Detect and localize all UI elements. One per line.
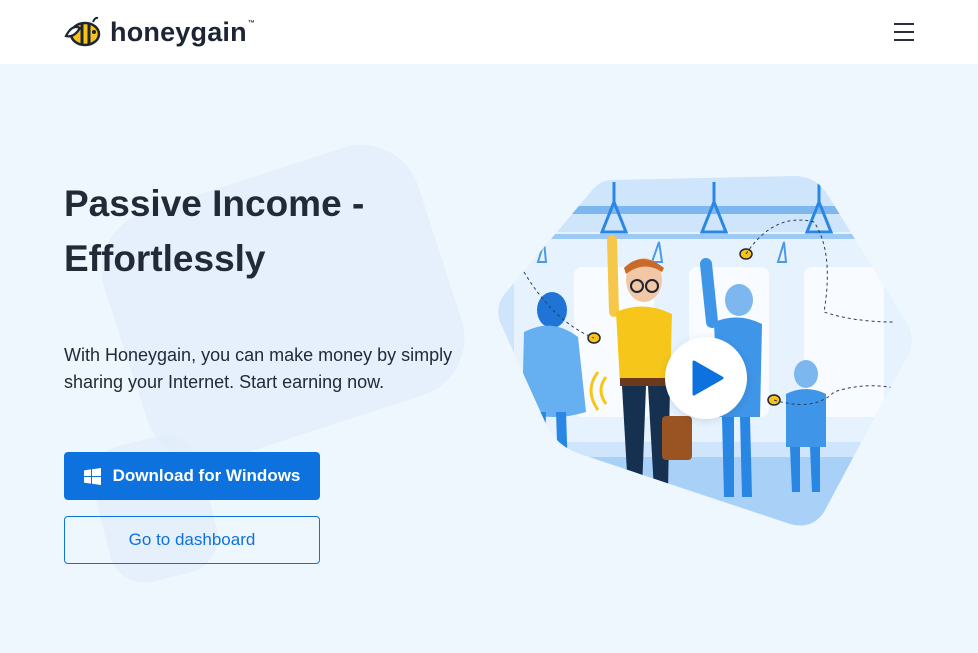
honeygain-logo[interactable]: honeygain ™	[64, 16, 255, 48]
download-button-label: Download for Windows	[112, 466, 301, 485]
download-for-windows-button[interactable]: Download for Windows	[64, 452, 320, 500]
go-to-dashboard-button[interactable]: Go to dashboard	[64, 516, 320, 564]
hamburger-line	[894, 39, 914, 41]
play-icon	[692, 360, 724, 396]
windows-icon	[83, 467, 101, 485]
top-navigation-bar: honeygain ™	[0, 0, 978, 64]
hamburger-menu-button[interactable]	[888, 18, 920, 46]
hero-subtitle: With Honeygain, you can make money by si…	[64, 345, 453, 392]
hamburger-line	[894, 31, 914, 33]
logo-wordmark: honeygain	[110, 17, 247, 47]
hero-title: Passive Income - Effortlessly	[64, 183, 365, 279]
bee-logo-icon	[64, 16, 101, 47]
trademark-symbol: ™	[247, 19, 255, 27]
dashboard-button-label: Go to dashboard	[128, 530, 256, 549]
hamburger-menu-icon	[894, 23, 914, 25]
play-video-button[interactable]	[665, 337, 747, 419]
